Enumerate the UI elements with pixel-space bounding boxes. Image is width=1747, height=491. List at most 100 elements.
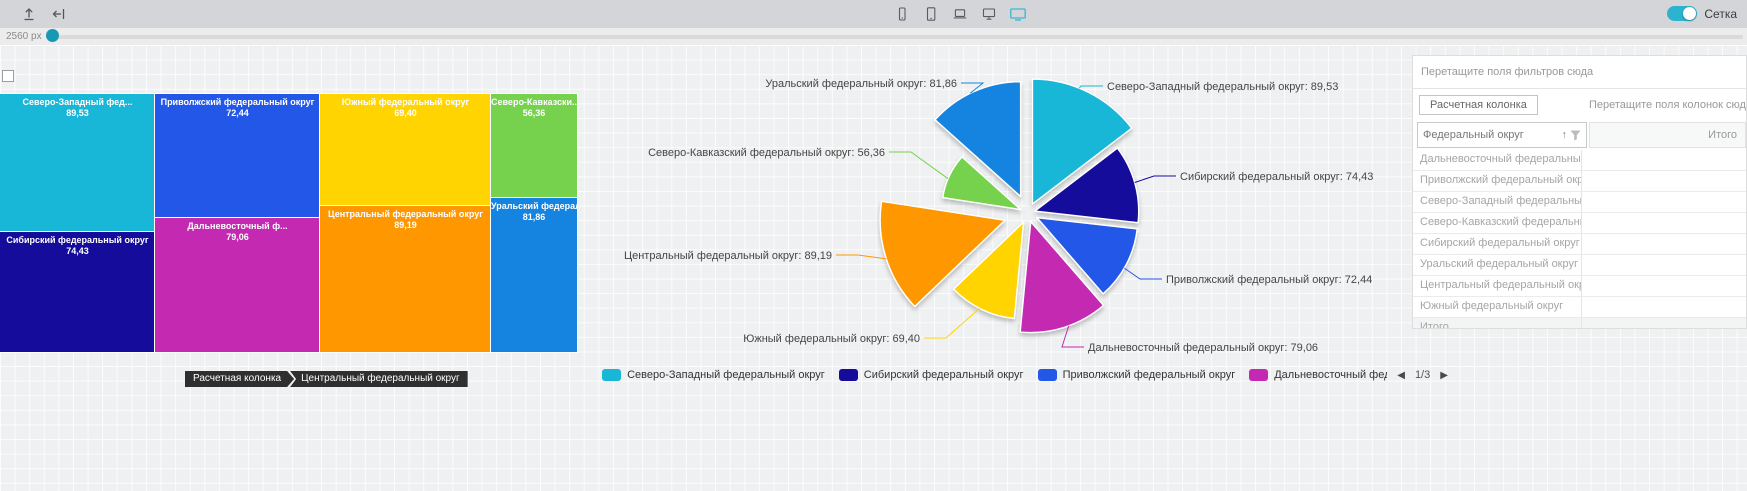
- pie-label: Приволжский федеральный округ: 72,44: [1166, 274, 1372, 286]
- pie-label-line: [836, 255, 886, 259]
- device-large-monitor-icon[interactable]: [1009, 5, 1027, 23]
- tooltip-value: Центральный федеральный округ: [290, 371, 468, 387]
- widget-handle-icon[interactable]: [2, 70, 14, 82]
- pivot-row: Дальневосточный федеральный округ: [1413, 150, 1746, 171]
- export-icon[interactable]: [20, 5, 38, 23]
- legend-item[interactable]: Северо-Западный федеральный округ: [602, 369, 825, 381]
- legend-label: Дальневосточный федеральный округ: [1274, 369, 1387, 381]
- legend-label: Приволжский федеральный округ: [1063, 369, 1236, 381]
- pie-label: Сибирский федеральный округ: 74,43: [1180, 171, 1373, 183]
- top-toolbar: Сетка: [0, 0, 1747, 29]
- treemap-tile-label: Сибирский федеральный округ: [0, 235, 155, 246]
- pivot-header-row: Федеральный округ ↑ Итого: [1413, 122, 1746, 150]
- pivot-row-label: Приволжский федеральный округ: [1413, 171, 1582, 191]
- pivot-panel: Перетащите поля фильтров сюда Расчетная …: [1412, 55, 1747, 329]
- legend-item[interactable]: Приволжский федеральный округ: [1038, 369, 1236, 381]
- treemap-tile[interactable]: Сибирский федеральный округ74,43: [0, 232, 155, 352]
- sort-asc-icon[interactable]: ↑: [1562, 129, 1568, 141]
- grid-toggle-group: Сетка: [1667, 6, 1737, 21]
- legend-label: Северо-Западный федеральный округ: [627, 369, 825, 381]
- legend-swatch-icon: [1038, 369, 1057, 381]
- device-desktop-icon[interactable]: [980, 5, 998, 23]
- legend-item[interactable]: Сибирский федеральный округ: [839, 369, 1024, 381]
- total-column-header: Итого: [1589, 122, 1746, 148]
- width-slider-thumb[interactable]: [46, 29, 59, 42]
- pivot-row-label: Итого: [1413, 318, 1582, 328]
- treemap-tile-value: 74,43: [0, 246, 155, 256]
- treemap-tooltip: Расчетная колонка Центральный федеральны…: [185, 371, 468, 387]
- pivot-row-label: Северо-Западный федеральный округ: [1413, 192, 1582, 212]
- pivot-row: Южный федеральный округ: [1413, 297, 1746, 318]
- treemap-tile-value: 89,53: [0, 108, 155, 118]
- legend-item[interactable]: Дальневосточный федеральный округ: [1249, 369, 1387, 381]
- dashboard-designer: Сетка 2560 px Северо-Западный фед...89,5…: [0, 0, 1747, 491]
- measure-chip[interactable]: Расчетная колонка: [1419, 95, 1538, 115]
- pivot-rows: Дальневосточный федеральный округПриволж…: [1413, 150, 1746, 328]
- device-phone-icon[interactable]: [893, 5, 911, 23]
- treemap-tile-value: 69,40: [320, 108, 491, 118]
- treemap-tile[interactable]: Северо-Западный фед...89,53: [0, 94, 155, 232]
- pie-label: Северо-Западный федеральный округ: 89,53: [1107, 81, 1338, 93]
- treemap-tile-label: Центральный федеральный округ: [320, 209, 491, 220]
- pie-label: Южный федеральный округ: 69,40: [743, 333, 920, 345]
- row-field-label: Федеральный округ: [1423, 129, 1562, 141]
- legend-swatch-icon: [1249, 369, 1268, 381]
- treemap-tile-value: 89,19: [320, 220, 491, 230]
- device-laptop-icon[interactable]: [951, 5, 969, 23]
- treemap-tile[interactable]: Приволжский федеральный округ72,44: [155, 94, 320, 218]
- treemap-tile-label: Дальневосточный ф...: [155, 221, 320, 232]
- dashboard-canvas: Северо-Западный фед...89,53Приволжский ф…: [0, 45, 1747, 491]
- fields-row: Расчетная колонка Перетащите поля колоно…: [1413, 89, 1746, 122]
- treemap-tile-value: 56,36: [491, 108, 577, 118]
- canvas-width-label: 2560 px: [6, 31, 42, 42]
- pivot-row: Северо-Кавказский федеральный округ: [1413, 213, 1746, 234]
- legend-swatch-icon: [839, 369, 858, 381]
- columns-dropzone[interactable]: Перетащите поля колонок сюда: [1589, 99, 1746, 111]
- legend-prev-icon[interactable]: ◀: [1397, 370, 1405, 381]
- row-field-header[interactable]: Федеральный округ ↑: [1417, 122, 1587, 148]
- treemap-tile-value: 79,06: [155, 232, 320, 242]
- tooltip-field: Расчетная колонка: [185, 371, 294, 387]
- pie-label-line: [1124, 268, 1162, 279]
- treemap: Северо-Западный фед...89,53Приволжский ф…: [0, 94, 577, 352]
- device-tablet-icon[interactable]: [922, 5, 940, 23]
- grid-toggle-label: Сетка: [1704, 7, 1737, 21]
- treemap-tile[interactable]: Центральный федеральный округ89,19: [320, 206, 491, 352]
- pivot-row-label: Северо-Кавказский федеральный округ: [1413, 213, 1582, 233]
- pie-label-line: [924, 308, 980, 338]
- grid-toggle[interactable]: [1667, 6, 1697, 21]
- pie-label-line: [1062, 326, 1084, 347]
- pie-chart: Северо-Западный федеральный округ: 89,53…: [620, 45, 1430, 375]
- canvas-width-bar: 2560 px: [0, 28, 1747, 46]
- toggle-knob: [1683, 7, 1696, 20]
- width-slider-track[interactable]: [48, 35, 1743, 39]
- treemap-tile[interactable]: Северо-Кавказски...56,36: [491, 94, 577, 198]
- treemap-tile-label: Уральский федеральный округ: [491, 201, 577, 212]
- legend-swatch-icon: [602, 369, 621, 381]
- pie-label: Северо-Кавказский федеральный округ: 56,…: [648, 147, 885, 159]
- legend-next-icon[interactable]: ▶: [1440, 370, 1448, 381]
- pivot-row: Уральский федеральный округ: [1413, 255, 1746, 276]
- pie-label-line: [889, 152, 948, 179]
- treemap-tile-label: Приволжский федеральный округ: [155, 97, 320, 108]
- treemap-tile[interactable]: Дальневосточный ф...79,06: [155, 218, 320, 352]
- treemap-tile[interactable]: Уральский федеральный округ81,86: [491, 198, 577, 352]
- pivot-row-label: Южный федеральный округ: [1413, 297, 1582, 317]
- treemap-tile-label: Северо-Западный фед...: [0, 97, 155, 108]
- pivot-row: Сибирский федеральный округ: [1413, 234, 1746, 255]
- pie-label: Дальневосточный федеральный округ: 79,06: [1088, 342, 1318, 354]
- treemap-tile-label: Южный федеральный округ: [320, 97, 491, 108]
- pie-label: Центральный федеральный округ: 89,19: [624, 250, 832, 262]
- pie-label: Уральский федеральный округ: 81,86: [765, 78, 957, 90]
- collapse-left-icon[interactable]: [50, 5, 68, 23]
- filter-funnel-icon[interactable]: [1570, 130, 1581, 141]
- device-preview-switcher: [893, 5, 1027, 23]
- treemap-tile-label: Северо-Кавказски...: [491, 97, 577, 108]
- pie-label-line: [1135, 176, 1176, 182]
- filters-placeholder: Перетащите поля фильтров сюда: [1421, 66, 1593, 78]
- treemap-tile-value: 72,44: [155, 108, 320, 118]
- treemap-tile[interactable]: Южный федеральный округ69,40: [320, 94, 491, 206]
- pie-legend-items: Северо-Западный федеральный округ Сибирск…: [602, 369, 1387, 381]
- filters-dropzone[interactable]: Перетащите поля фильтров сюда: [1413, 56, 1746, 89]
- pivot-row-label: Дальневосточный федеральный округ: [1413, 150, 1582, 170]
